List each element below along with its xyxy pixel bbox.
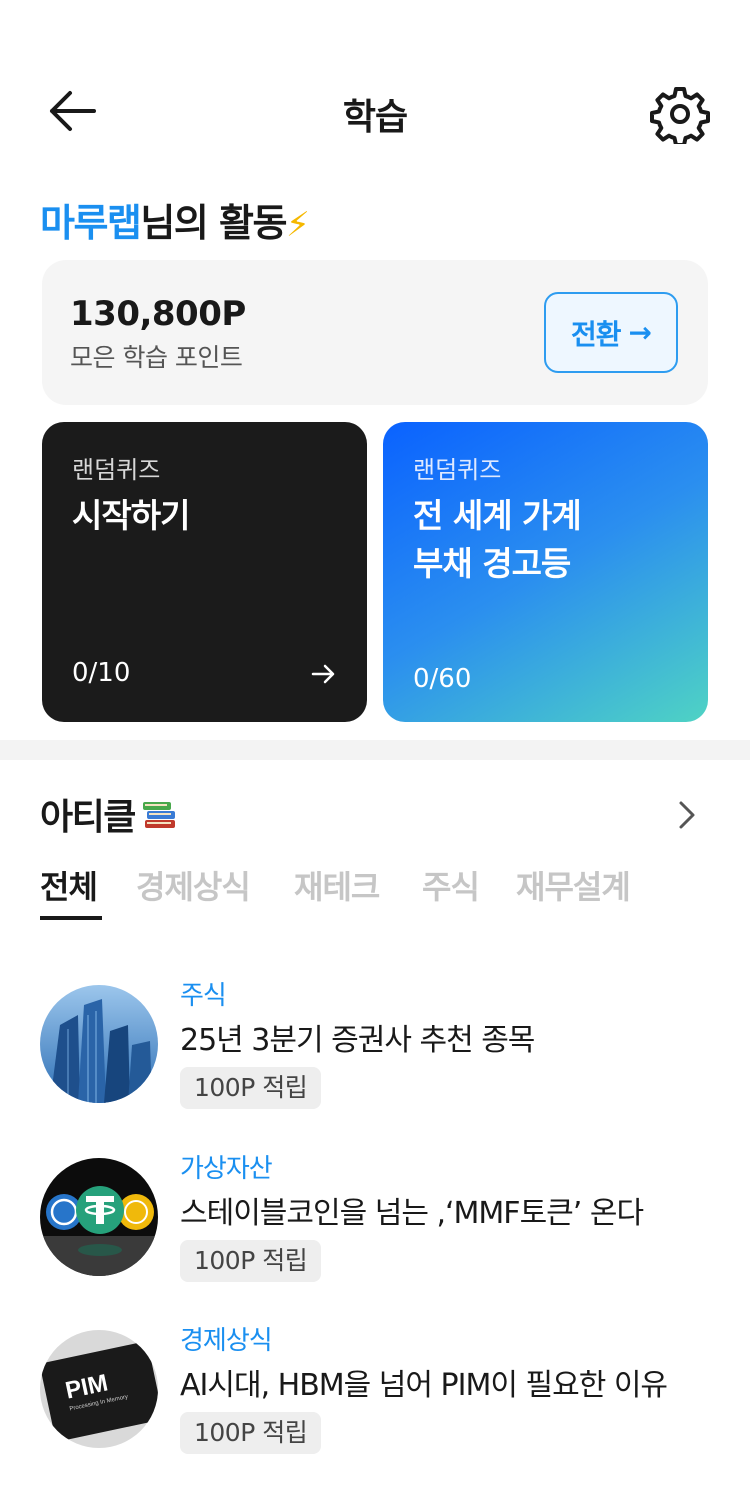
settings-button[interactable]: [650, 84, 710, 147]
articles-heading-text: 아티클: [40, 797, 136, 838]
list-item[interactable]: PIM Processing In Memory 경제상식 AI시대, HBM을…: [40, 1320, 720, 1470]
article-title: AI시대, HBM을 넘어 PIM이 필요한 이유: [180, 1368, 668, 1403]
quiz-title-line1: 전 세계 가계: [413, 496, 582, 535]
city-buildings-image: [40, 985, 158, 1103]
tab-all[interactable]: 전체: [40, 862, 98, 908]
reward-badge: 100P 적립: [180, 1412, 322, 1454]
quiz-title: 전 세계 가계 부채 경고등: [413, 492, 693, 588]
arrow-right-icon: →: [628, 316, 652, 349]
points-label: 모은 학습 포인트: [70, 343, 243, 372]
lightning-icon: ⚡: [285, 205, 310, 245]
list-item[interactable]: 주식 25년 3분기 증권사 추천 종목 100P 적립: [40, 975, 720, 1125]
list-item[interactable]: 가상자산 스테이블코인을 넘는 ,‘MMF토큰’ 온다 100P 적립: [40, 1148, 720, 1298]
gear-icon: [650, 87, 710, 147]
activity-heading: 마루랩님의 활동⚡: [40, 192, 310, 247]
quiz-title-line2: 부채 경고등: [413, 544, 571, 583]
activity-heading-suffix: 님의 활동: [140, 201, 287, 245]
quiz-subtitle: 랜덤퀴즈: [413, 456, 502, 484]
quiz-progress: 0/10: [72, 658, 131, 688]
articles-heading: 아티클: [40, 788, 179, 840]
quiz-subtitle: 랜덤퀴즈: [72, 456, 161, 484]
top-app-bar: 학습: [0, 70, 750, 150]
article-title: 25년 3분기 증권사 추천 종목: [180, 1023, 535, 1058]
points-card: 130,800P 모은 학습 포인트 전환 →: [42, 260, 708, 405]
convert-label: 전환: [571, 317, 622, 351]
user-name: 마루랩: [40, 201, 142, 245]
tab-financial-planning[interactable]: 재무설계: [516, 862, 631, 908]
points-value: 130,800P: [70, 294, 246, 334]
page-title: 학습: [342, 97, 408, 138]
tab-economy[interactable]: 경제상식: [136, 862, 251, 908]
arrow-right-icon: [311, 664, 335, 684]
stablecoins-image: [40, 1158, 158, 1276]
quiz-progress: 0/60: [413, 664, 472, 694]
article-title: 스테이블코인을 넘는 ,‘MMF토큰’ 온다: [180, 1196, 644, 1231]
article-category: 가상자산: [180, 1154, 273, 1184]
chevron-right-icon[interactable]: [672, 798, 702, 832]
convert-points-button[interactable]: 전환 →: [544, 292, 678, 373]
article-category: 경제상식: [180, 1326, 273, 1356]
article-thumbnail: PIM Processing In Memory: [40, 1330, 158, 1448]
random-quiz-topic-card[interactable]: 랜덤퀴즈 전 세계 가계 부채 경고등 0/60: [383, 422, 708, 722]
tab-stocks[interactable]: 주식: [422, 862, 480, 908]
article-category: 주식: [180, 981, 227, 1011]
reward-badge: 100P 적립: [180, 1067, 322, 1109]
tab-investing[interactable]: 재테크: [294, 862, 380, 908]
article-thumbnail: [40, 985, 158, 1103]
section-divider: [0, 740, 750, 760]
random-quiz-start-card[interactable]: 랜덤퀴즈 시작하기 0/10: [42, 422, 367, 722]
books-icon: [142, 802, 175, 828]
pim-chip-image: PIM Processing In Memory: [40, 1330, 158, 1448]
reward-badge: 100P 적립: [180, 1240, 322, 1282]
quiz-title: 시작하기: [72, 496, 190, 535]
active-tab-indicator: [40, 916, 102, 920]
article-thumbnail: [40, 1158, 158, 1276]
